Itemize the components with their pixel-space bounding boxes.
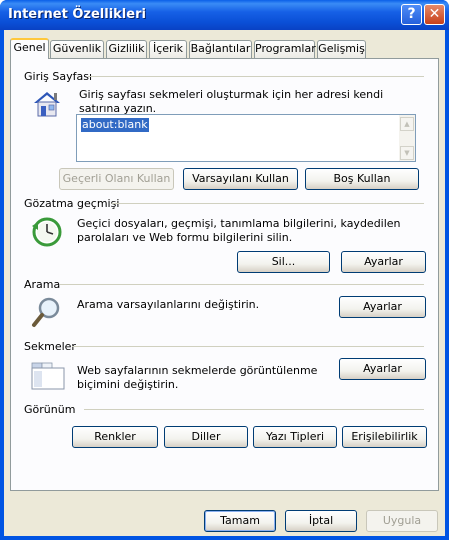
magnifier-icon [30,295,64,329]
homepage-section-title: Giriş Sayfası [24,70,93,83]
homepage-url-textarea[interactable]: about:blank ▲ ▼ [76,114,416,162]
tab-programs[interactable]: Programlar [254,40,316,58]
internet-options-window: Internet Özellikleri ? ✕ Genel Güvenlik … [0,0,449,540]
tab-privacy[interactable]: Gizlilik [106,40,147,58]
colors-button[interactable]: Renkler [72,426,158,448]
tabs-settings-button[interactable]: Ayarlar [339,358,426,380]
use-default-button[interactable]: Varsayılanı Kullan [183,168,298,190]
search-settings-button[interactable]: Ayarlar [339,296,426,318]
use-current-button[interactable]: Geçerli Olanı Kullan [59,168,174,190]
ok-button[interactable]: Tamam [204,510,276,532]
languages-button[interactable]: Diller [164,426,248,448]
cancel-button[interactable]: İptal [285,510,357,532]
search-divider [60,284,424,285]
history-section-title: Gözatma geçmişi [24,197,120,210]
tab-connections[interactable]: Bağlantılar [189,40,252,58]
scroll-down-icon[interactable]: ▼ [400,146,414,160]
delete-history-button[interactable]: Sil... [237,251,330,273]
house-icon [30,88,64,120]
tabs-section-title: Sekmeler [24,340,76,353]
close-button[interactable]: ✕ [424,4,445,25]
history-divider [112,203,424,204]
search-description: Arama varsayılanlarını değiştirin. [77,298,260,311]
homepage-url-value: about:blank [81,118,149,132]
scroll-up-icon[interactable]: ▲ [400,117,414,131]
accessibility-button[interactable]: Erişilebilirlik [342,426,427,448]
tab-advanced[interactable]: Gelişmiş [317,40,366,58]
tab-general[interactable]: Genel [10,38,49,59]
url-scrollbar[interactable]: ▲ ▼ [399,115,415,161]
history-settings-button[interactable]: Ayarlar [341,251,426,273]
appearance-divider [84,409,424,410]
tabs-description: Web sayfalarının sekmelerde görüntülenme… [77,364,318,391]
tab-content[interactable]: İçerik [149,40,187,58]
use-blank-button[interactable]: Boş Kullan [305,168,419,190]
search-section-title: Arama [24,278,61,291]
tabs-window-icon [31,360,65,390]
apply-button[interactable]: Uygula [366,510,438,532]
history-description: Geçici dosyaları, geçmişi, tanımlama bil… [77,217,401,244]
fonts-button[interactable]: Yazı Tipleri [253,426,337,448]
window-title: Internet Özellikleri [8,7,146,22]
history-clock-icon [30,216,64,248]
tabs-divider [72,346,424,347]
appearance-section-title: Görünüm [24,403,76,416]
homepage-description: Giriş sayfası sekmeleri oluşturmak için … [79,88,384,115]
help-button[interactable]: ? [401,4,422,25]
title-bar[interactable]: Internet Özellikleri ? ✕ [0,0,449,30]
tab-security[interactable]: Güvenlik [50,40,104,58]
homepage-divider [88,76,424,77]
